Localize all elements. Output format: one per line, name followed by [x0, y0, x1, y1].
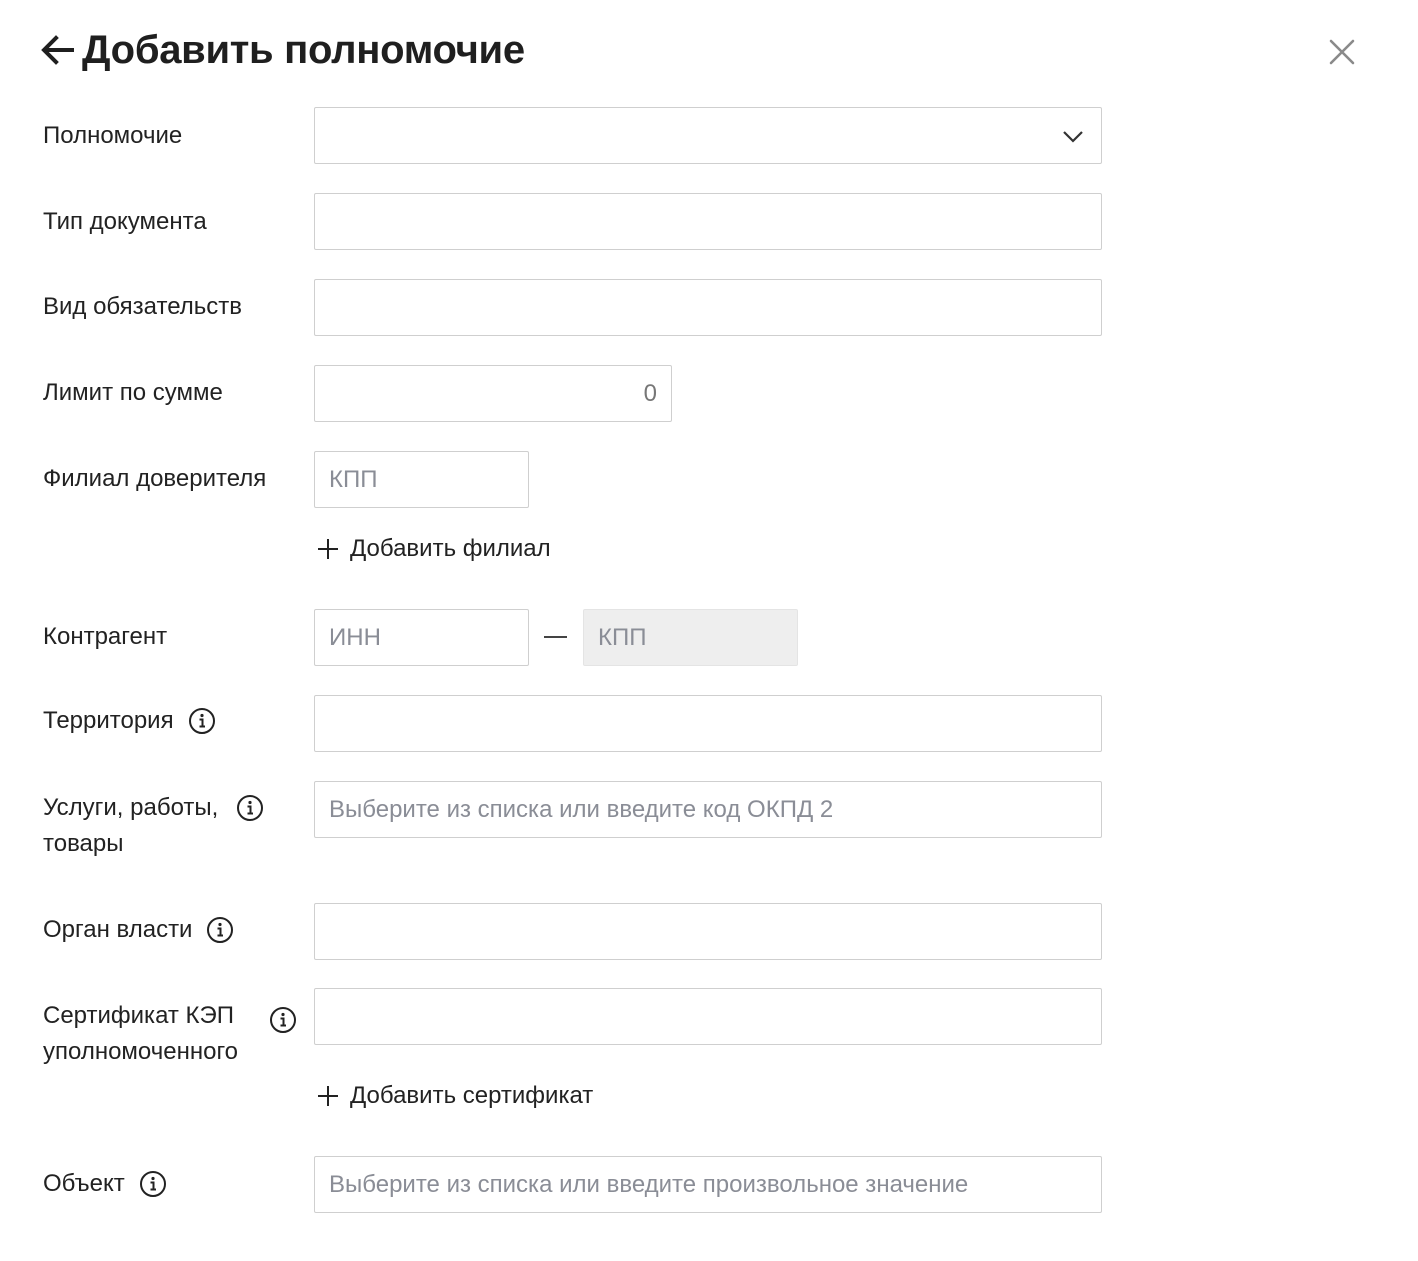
- services-okpd-field[interactable]: [314, 781, 1102, 838]
- amount-limit-label: Лимит по сумме: [43, 379, 223, 406]
- plus-icon: [316, 537, 340, 561]
- info-icon[interactable]: [236, 794, 264, 822]
- authority-label: Полномочие: [43, 122, 183, 149]
- principal-branch-label: Филиал доверителя: [43, 465, 267, 492]
- authority-body-label: Орган власти: [43, 916, 193, 943]
- territory-label-group: Территория: [43, 703, 216, 739]
- principal-branch-kpp-field[interactable]: [314, 451, 529, 508]
- amount-limit-field[interactable]: [314, 365, 672, 422]
- plus-icon: [316, 1084, 340, 1108]
- services-label-line1: Услуги, работы,: [43, 794, 219, 821]
- counterparty-inn-field[interactable]: [314, 609, 529, 666]
- services-label-line2: товары: [43, 830, 124, 857]
- add-certificate-button[interactable]: Добавить сертификат: [316, 1082, 593, 1110]
- counterparty-label: Контрагент: [43, 623, 168, 650]
- info-icon[interactable]: [139, 1170, 167, 1198]
- dialog-title: Добавить полномочие: [82, 27, 525, 72]
- obligation-type-field[interactable]: [314, 279, 1102, 336]
- object-field[interactable]: [314, 1156, 1102, 1213]
- object-label: Объект: [43, 1170, 125, 1197]
- obligation-type-label: Вид обязательств: [43, 293, 242, 320]
- close-icon: [1329, 39, 1355, 65]
- territory-label: Территория: [43, 707, 174, 734]
- certificate-field[interactable]: [314, 988, 1102, 1045]
- back-button[interactable]: [40, 30, 78, 70]
- info-icon[interactable]: [269, 1006, 297, 1034]
- dialog-header: Добавить полномочие: [40, 22, 525, 78]
- info-icon[interactable]: [206, 916, 234, 944]
- object-label-group: Объект: [43, 1166, 167, 1202]
- counterparty-kpp-field: [583, 609, 798, 666]
- document-type-field[interactable]: [314, 193, 1102, 250]
- add-certificate-label: Добавить сертификат: [350, 1082, 594, 1109]
- authority-body-label-group: Орган власти: [43, 912, 234, 948]
- territory-field[interactable]: [314, 695, 1102, 752]
- certificate-label-line1: Сертификат КЭП: [43, 1002, 235, 1029]
- authority-select[interactable]: [314, 107, 1102, 164]
- chevron-down-icon: [1063, 131, 1083, 143]
- info-icon[interactable]: [188, 707, 216, 735]
- arrow-left-icon: [41, 35, 74, 65]
- add-branch-label: Добавить филиал: [350, 535, 551, 562]
- certificate-label-line2: уполномоченного: [43, 1038, 239, 1065]
- close-button[interactable]: [1326, 36, 1358, 68]
- separator-dash: [544, 636, 567, 638]
- authority-body-field[interactable]: [314, 903, 1102, 960]
- add-branch-button[interactable]: Добавить филиал: [316, 535, 551, 563]
- add-authority-dialog: Добавить полномочие Полномочие Тип докум…: [0, 0, 1418, 1261]
- document-type-label: Тип документа: [43, 208, 207, 235]
